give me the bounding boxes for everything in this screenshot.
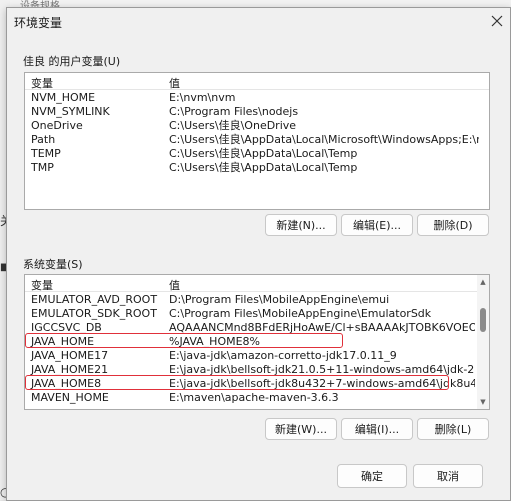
variable-value: C:\Users\佳良\AppData\Local\Temp (169, 161, 358, 174)
user-variables-label: 佳良 的用户变量(U) (23, 55, 121, 68)
table-row[interactable]: JAVA_HOME %JAVA_HOME8% (25, 335, 489, 349)
user-delete-button[interactable]: 删除(D) (417, 214, 489, 236)
cancel-button[interactable]: 取消 (413, 464, 483, 488)
column-header-value[interactable]: 值 (169, 75, 180, 91)
variable-name: JAVA_HOME17 (31, 349, 109, 362)
table-row[interactable]: NVM_SYMLINK C:\Program Files\nodejs (25, 105, 489, 119)
ok-button[interactable]: 确定 (337, 464, 407, 488)
variable-name: MAVEN_HOME (31, 391, 109, 404)
variable-name: JAVA_HOME8 (31, 377, 102, 390)
variable-name: OneDrive (31, 119, 83, 132)
variable-name: NVM_HOME (31, 91, 96, 104)
system-variables-list[interactable]: 变量 值 EMULATOR_AVD_ROOT D:\Program Files\… (24, 274, 490, 410)
table-row[interactable]: MAVEN_HOME E:\maven\apache-maven-3.6.3 (25, 391, 489, 405)
variable-value: AQAAANCMnd8BFdERjHoAwE/Cl+sBAAAAkJTOBK6V… (169, 321, 475, 334)
table-row[interactable]: NVM_HOME E:\nvm\nvm (25, 91, 489, 105)
scroll-thumb[interactable] (480, 308, 486, 332)
close-icon (491, 15, 503, 27)
table-row[interactable]: JAVA_HOME17 E:\java-jdk\amazon-corretto-… (25, 349, 489, 363)
system-variables-label: 系统变量(S) (23, 258, 83, 271)
variable-value: E:\java-jdk\bellsoft-jdk21.0.5+11-window… (169, 363, 475, 376)
variable-value: E:\nvm\nvm (169, 91, 236, 104)
variable-name: JAVA_HOME21 (31, 363, 109, 376)
variable-name: IGCCSVC_DB (31, 321, 102, 334)
variable-value: %JAVA_HOME8% (169, 335, 260, 348)
variable-name: TMP (31, 161, 54, 174)
user-new-button[interactable]: 新建(N)... (265, 214, 337, 236)
variable-value: C:\Program Files\nodejs (169, 105, 299, 118)
variable-value: E:\java-jdk\amazon-corretto-jdk17.0.11_9 (169, 349, 397, 362)
variable-value: C:\Users\佳良\AppData\Local\Microsoft\Wind… (169, 133, 479, 146)
table-row[interactable]: EMULATOR_AVD_ROOT D:\Program Files\Mobil… (25, 293, 489, 307)
table-row[interactable]: OneDrive C:\Users\佳良\OneDrive (25, 119, 489, 133)
table-row[interactable]: TEMP C:\Users\佳良\AppData\Local\Temp (25, 147, 489, 161)
table-row[interactable]: TMP C:\Users\佳良\AppData\Local\Temp (25, 161, 489, 175)
table-row[interactable]: IGCCSVC_DB AQAAANCMnd8BFdERjHoAwE/Cl+sBA… (25, 321, 489, 335)
dialog-title: 环境变量 (14, 16, 63, 30)
table-row[interactable]: Path C:\Users\佳良\AppData\Local\Microsoft… (25, 133, 489, 147)
scroll-down-icon[interactable]: ▼ (477, 397, 489, 407)
list-header: 变量 值 (25, 73, 489, 90)
variable-name: EMULATOR_AVD_ROOT (31, 293, 158, 306)
system-edit-button[interactable]: 编辑(I)... (341, 418, 413, 440)
table-row[interactable]: JAVA_HOME8 E:\java-jdk\bellsoft-jdk8u432… (25, 377, 489, 391)
variable-value: C:\Users\佳良\AppData\Local\Temp (169, 147, 358, 160)
close-button[interactable] (486, 10, 508, 32)
user-edit-button[interactable]: 编辑(E)... (341, 214, 413, 236)
variable-value: D:\Program Files\MobileAppEngine\emui (169, 293, 390, 306)
variable-name: TEMP (31, 147, 61, 160)
table-row[interactable]: EMULATOR_SDK_ROOT C:\Program Files\Mobil… (25, 307, 489, 321)
column-header-name[interactable]: 变量 (31, 277, 53, 293)
variable-name: JAVA_HOME (31, 335, 95, 348)
column-header-value[interactable]: 值 (169, 277, 180, 293)
variable-value: E:\java-jdk\bellsoft-jdk8u432+7-windows-… (169, 377, 475, 390)
column-header-name[interactable]: 变量 (31, 75, 53, 91)
variable-value: C:\Users\佳良\OneDrive (169, 119, 297, 132)
user-variables-list[interactable]: 变量 值 NVM_HOME E:\nvm\nvm NVM_SYMLINK C:\… (24, 72, 490, 210)
variable-name: NVM_SYMLINK (31, 105, 110, 118)
variable-value: E:\maven\apache-maven-3.6.3 (169, 391, 339, 404)
table-row[interactable]: JAVA_HOME21 E:\java-jdk\bellsoft-jdk21.0… (25, 363, 489, 377)
system-delete-button[interactable]: 删除(L) (417, 418, 489, 440)
variable-value: C:\Program Files\MobileAppEngine\Emulato… (169, 307, 432, 320)
variable-name: EMULATOR_SDK_ROOT (31, 307, 157, 320)
title-bar[interactable]: 环境变量 (7, 8, 510, 36)
environment-variables-dialog: 环境变量 佳良 的用户变量(U) 变量 值 NVM_HOME E:\nvm\nv… (6, 7, 511, 501)
variable-name: Path (31, 133, 56, 146)
vertical-scrollbar[interactable]: ▲ ▼ (477, 275, 489, 409)
scroll-up-icon[interactable]: ▲ (477, 277, 489, 287)
list-header: 变量 值 (25, 275, 489, 292)
system-new-button[interactable]: 新建(W)... (265, 418, 337, 440)
